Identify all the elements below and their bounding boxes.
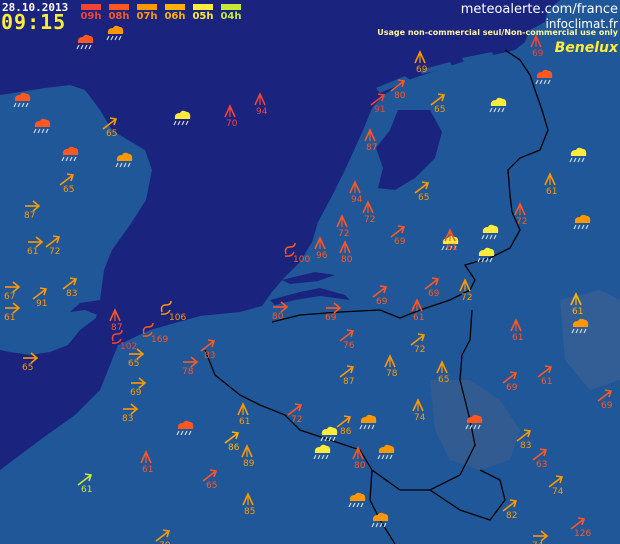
wind-value: 61	[546, 187, 557, 197]
legend-item-05h: 05h	[192, 4, 214, 22]
wind-value: 65	[438, 375, 449, 385]
wind-value: 72	[338, 229, 349, 239]
wind-value: 83	[66, 289, 77, 299]
legend-item-04h: 04h	[220, 4, 242, 22]
legend-label: 04h	[220, 11, 242, 22]
wind-value: 63	[536, 460, 547, 470]
legend-swatch	[221, 4, 241, 10]
wind-value: 85	[244, 507, 255, 517]
wind-value: 69	[130, 388, 142, 398]
legend-item-08h: 08h	[108, 4, 130, 22]
wind-value: 69	[325, 313, 337, 323]
legend-label: 08h	[108, 11, 130, 22]
legend-swatch	[81, 4, 101, 10]
wind-value: 72	[516, 217, 527, 227]
wind-value: 96	[316, 251, 328, 261]
header-time: 09:15	[1, 10, 67, 34]
wind-value: 86	[340, 427, 352, 437]
wind-value: 69	[376, 297, 388, 307]
wind-value: 65	[106, 129, 117, 139]
wind-value: 126	[574, 529, 591, 539]
wind-value: 61	[81, 485, 92, 495]
wind-value: 61	[27, 247, 38, 257]
wind-value: 80	[354, 461, 366, 471]
legend-label: 09h	[80, 11, 102, 22]
wind-value: 72	[414, 345, 425, 355]
rotation-value: 169	[151, 335, 168, 345]
wind-value: 91	[374, 105, 385, 115]
rotation-value: 100	[293, 255, 310, 265]
wind-value: 61	[541, 377, 552, 387]
wind-value: 87	[366, 143, 377, 153]
legend-label: 07h	[136, 11, 158, 22]
wind-value: 94	[351, 195, 363, 205]
wind-value: 61	[512, 333, 523, 343]
wind-value: 78	[182, 367, 194, 377]
wind-value: 83	[204, 351, 215, 361]
wind-value: 61	[142, 465, 153, 475]
source-meteoalerte: meteoalerte.com/france	[460, 2, 618, 17]
wind-value: 87	[111, 323, 122, 333]
wind-value: 72	[49, 247, 60, 257]
wind-value: 65	[22, 363, 33, 373]
wind-value: 61	[572, 307, 583, 317]
map-canvas: 947069698091 658765658761 7283916761659472…	[0, 0, 620, 544]
legend-label: 05h	[192, 11, 214, 22]
wind-value: 74	[414, 413, 426, 423]
wind-value: 80	[341, 255, 353, 265]
wind-value: 61	[413, 313, 424, 323]
wind-value: 86	[228, 443, 240, 453]
weather-map: 94 70 69 69 80 91 65 87 65 65 87 61 72 83 91 67 61 65 94 72…	[0, 0, 620, 544]
wind-value: 83	[520, 441, 531, 451]
legend-swatch	[193, 4, 213, 10]
wind-value: 67	[4, 292, 15, 302]
wind-value: 74	[552, 487, 564, 497]
wind-value: 61	[446, 243, 457, 253]
wind-value: 91	[36, 299, 47, 309]
wind-value: 69	[428, 289, 440, 299]
wind-value: 69	[506, 383, 518, 393]
wind-value: 65	[128, 359, 139, 369]
rotation-value: 102	[120, 342, 137, 352]
wind-value: 80	[272, 312, 284, 322]
region-label: Benelux	[554, 40, 618, 56]
wind-value: 65	[434, 105, 445, 115]
wind-value: 72	[364, 215, 375, 225]
wind-value: 65	[418, 193, 429, 203]
legend-item-07h: 07h	[136, 4, 158, 22]
wind-value: 82	[506, 511, 517, 521]
wind-value: 87	[24, 211, 35, 221]
legend-swatch	[165, 4, 185, 10]
wind-value: 65	[63, 185, 74, 195]
usage-note: Usage non-commercial seul/Non-commercial…	[377, 28, 618, 37]
legend-swatch	[109, 4, 129, 10]
wind-value: 80	[394, 91, 406, 101]
legend-label: 06h	[164, 11, 186, 22]
wind-value: 69	[416, 65, 428, 75]
hour-legend: 09h 08h 07h 06h 05h 04h	[80, 4, 242, 22]
wind-value: 72	[291, 415, 302, 425]
wind-value: 72	[461, 293, 472, 303]
wind-value: 70	[226, 119, 238, 129]
wind-value: 69	[601, 401, 613, 411]
wind-value: 94	[256, 107, 268, 117]
wind-value: 65	[206, 481, 217, 491]
wind-value: 78	[386, 369, 398, 379]
rotation-value: 106	[169, 313, 186, 323]
wind-value: 69	[394, 237, 406, 247]
wind-value: 76	[343, 341, 355, 351]
wind-value: 61	[4, 313, 15, 323]
wind-value: 83	[122, 414, 133, 424]
legend-swatch	[137, 4, 157, 10]
legend-item-09h: 09h	[80, 4, 102, 22]
wind-value: 61	[239, 417, 250, 427]
legend-item-06h: 06h	[164, 4, 186, 22]
wind-value: 69	[532, 49, 544, 59]
wind-value: 87	[343, 377, 354, 387]
wind-value: 89	[243, 459, 255, 469]
